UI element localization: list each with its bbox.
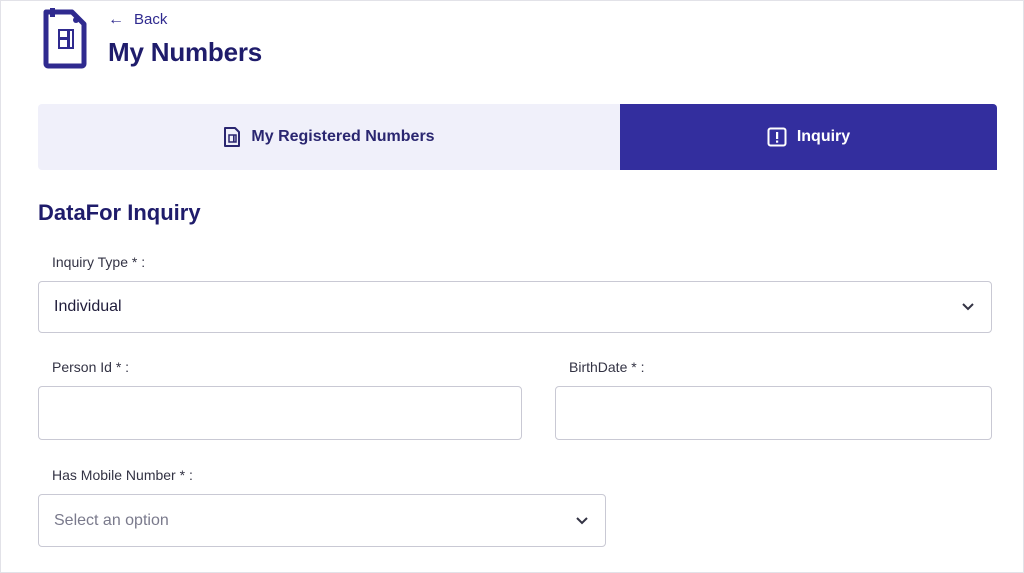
- sim-document-icon: [224, 127, 241, 147]
- birth-date-input[interactable]: [555, 386, 992, 440]
- has-mobile-placeholder: Select an option: [54, 511, 169, 529]
- back-link[interactable]: ← Back: [108, 11, 262, 28]
- inquiry-type-label: Inquiry Type * :: [52, 254, 146, 270]
- sim-card-icon: [43, 8, 87, 69]
- arrow-left-icon: ←: [108, 10, 124, 28]
- tab-bar: My Registered Numbers Inquiry: [38, 104, 997, 170]
- exclamation-box-icon: [767, 127, 787, 147]
- page-header: ← Back My Numbers: [40, 8, 262, 78]
- chevron-down-icon: [962, 303, 974, 311]
- inquiry-type-value: Individual: [54, 298, 122, 315]
- chevron-down-icon: [576, 516, 588, 524]
- tab-inquiry[interactable]: Inquiry: [620, 104, 997, 170]
- person-id-label: Person Id * :: [52, 359, 130, 375]
- tab-label: My Registered Numbers: [251, 128, 435, 145]
- section-title: DataFor Inquiry: [38, 200, 201, 225]
- page-title: My Numbers: [108, 37, 263, 67]
- tab-my-registered-numbers[interactable]: My Registered Numbers: [38, 104, 620, 170]
- back-label: Back: [134, 11, 168, 28]
- birth-date-label: BirthDate * :: [569, 359, 645, 375]
- person-id-input[interactable]: [38, 386, 522, 440]
- has-mobile-label: Has Mobile Number * :: [52, 467, 193, 483]
- inquiry-type-select[interactable]: Individual: [38, 281, 992, 333]
- has-mobile-select[interactable]: Select an option: [38, 494, 606, 547]
- tab-label: Inquiry: [796, 128, 851, 145]
